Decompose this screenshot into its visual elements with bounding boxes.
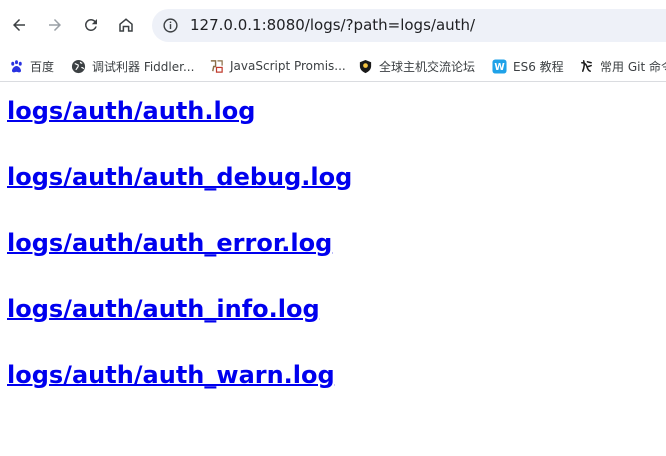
bookmark-label: 调试利器 Fiddler... — [92, 59, 195, 74]
bookmark-label: 常用 Git 命令 — [600, 59, 666, 74]
browser-toolbar: 127.0.0.1:8080/logs/?path=logs/auth/ — [0, 0, 666, 50]
git-icon — [579, 59, 594, 74]
forward-button[interactable] — [42, 12, 68, 38]
directory-listing: logs/auth/auth.log logs/auth/auth_debug.… — [7, 96, 352, 426]
address-bar[interactable]: 127.0.0.1:8080/logs/?path=logs/auth/ — [152, 9, 666, 42]
hostloc-icon — [358, 59, 373, 74]
bookmark-label: 全球主机交流论坛 — [379, 59, 476, 74]
log-link-auth[interactable]: logs/auth/auth.log — [7, 96, 352, 162]
home-icon — [119, 18, 133, 32]
log-link-auth-error[interactable]: logs/auth/auth_error.log — [7, 228, 352, 294]
bookmark-label: 百度 — [30, 59, 55, 74]
forward-arrow-icon — [49, 19, 61, 31]
globe-icon — [71, 59, 86, 74]
bookmark-git-commands[interactable]: 常用 Git 命令 — [579, 56, 666, 76]
log-link-auth-debug[interactable]: logs/auth/auth_debug.log — [7, 162, 352, 228]
bookmark-javascript-promise[interactable]: JavaScript Promis... — [209, 56, 346, 76]
bookmark-label: ES6 教程 — [513, 59, 564, 74]
baidu-paw-icon — [9, 59, 24, 74]
bookmark-hostloc[interactable]: 全球主机交流论坛 — [358, 56, 475, 76]
home-button[interactable] — [113, 12, 139, 38]
log-link-auth-warn[interactable]: logs/auth/auth_warn.log — [7, 360, 352, 426]
w-logo-icon: W — [492, 58, 507, 74]
bookmark-es6[interactable]: W ES6 教程 — [492, 56, 564, 76]
reload-icon — [84, 18, 97, 31]
site-info-icon[interactable] — [162, 17, 179, 34]
url-text[interactable]: 127.0.0.1:8080/logs/?path=logs/auth/ — [190, 16, 475, 34]
log-link-auth-info[interactable]: logs/auth/auth_info.log — [7, 294, 352, 360]
reload-button[interactable] — [78, 12, 104, 38]
bookmark-baidu[interactable]: 百度 — [9, 56, 54, 76]
svg-text:W: W — [494, 62, 505, 73]
js-icon — [209, 59, 224, 74]
back-arrow-icon — [13, 19, 25, 31]
bookmarks-bar: 百度 调试利器 Fiddler... JavaScript Promis... — [0, 50, 666, 82]
bookmark-fiddler[interactable]: 调试利器 Fiddler... — [71, 56, 194, 76]
back-button[interactable] — [6, 12, 32, 38]
bookmark-label: JavaScript Promis... — [230, 59, 346, 73]
